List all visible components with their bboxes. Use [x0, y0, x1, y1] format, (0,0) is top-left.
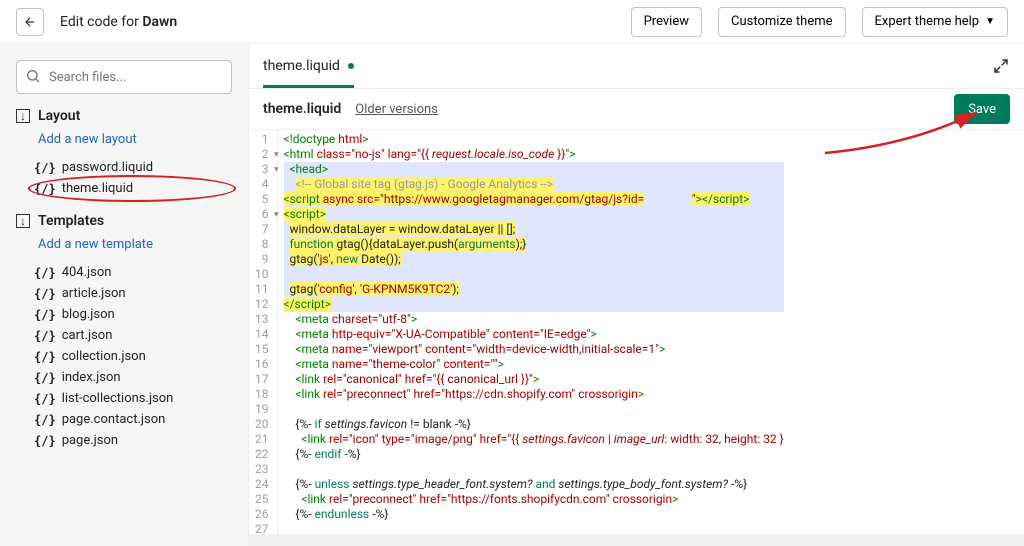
layout-section: ↓ Layout Add a new layout {/} password.li…: [16, 108, 232, 199]
file-name: 404.json: [62, 265, 112, 280]
code-line[interactable]: gtag('js', new Date());: [284, 252, 784, 267]
code-line[interactable]: <meta name="theme-color" content="">: [284, 357, 784, 372]
page-title: Edit code for Dawn: [60, 14, 177, 30]
code-line[interactable]: <meta http-equiv="X-UA-Compatible" conte…: [284, 327, 784, 342]
file-icon: {/}: [34, 287, 56, 301]
file-item[interactable]: {/} list-collections.json: [16, 388, 232, 409]
file-header: theme.liquid Older versions Save: [249, 88, 1024, 130]
file-item[interactable]: {/} 404.json: [16, 262, 232, 283]
file-icon: {/}: [34, 413, 56, 427]
file-item[interactable]: {/} cart.json: [16, 325, 232, 346]
file-item[interactable]: {/} theme.liquid: [16, 178, 232, 199]
code-line[interactable]: [284, 462, 784, 477]
file-item[interactable]: {/} password.liquid: [16, 157, 232, 178]
file-name: collection.json: [62, 349, 146, 364]
code-line[interactable]: <script>: [284, 207, 784, 222]
code-line[interactable]: {%- endunless -%}: [284, 507, 784, 522]
horizontal-scrollbar[interactable]: [249, 534, 1024, 546]
file-name: page.json: [62, 433, 118, 448]
chevron-down-icon: ▼: [985, 16, 995, 27]
fullscreen-icon: [992, 57, 1010, 75]
code-line[interactable]: <meta charset="utf-8">: [284, 312, 784, 327]
code-line[interactable]: <link rel="icon" type="image/png" href="…: [284, 432, 784, 447]
editor: theme.liquid theme.liquid Older versions…: [248, 44, 1024, 546]
code-line[interactable]: <html class="no-js" lang="{{ request.loc…: [284, 147, 784, 162]
collapse-icon: ↓: [16, 214, 30, 228]
code-line[interactable]: <link rel="canonical" href="{{ canonical…: [284, 372, 784, 387]
code-line[interactable]: <meta name="viewport" content="width=dev…: [284, 342, 784, 357]
file-name: index.json: [62, 370, 121, 385]
file-item[interactable]: {/} page.contact.json: [16, 409, 232, 430]
file-icon: {/}: [34, 161, 56, 175]
code-editor[interactable]: 1234567891011121314151617181920212223242…: [249, 130, 1024, 534]
tab-bar: theme.liquid: [249, 44, 1024, 88]
file-name: theme.liquid: [62, 181, 133, 196]
code-line[interactable]: [284, 402, 784, 417]
file-icon: {/}: [34, 329, 56, 343]
file-item[interactable]: {/} collection.json: [16, 346, 232, 367]
file-name: article.json: [62, 286, 126, 301]
code-line[interactable]: {%- if settings.favicon != blank -%}: [284, 417, 784, 432]
top-header: Edit code for Dawn Preview Customize the…: [0, 0, 1024, 44]
code-line[interactable]: window.dataLayer = window.dataLayer || […: [284, 222, 784, 237]
file-icon: {/}: [34, 182, 56, 196]
file-name-label: theme.liquid: [263, 101, 341, 117]
code-line[interactable]: {%- endif -%}: [284, 447, 784, 462]
code-line[interactable]: </script>: [284, 297, 784, 312]
code-line[interactable]: [284, 522, 784, 534]
file-item[interactable]: {/} article.json: [16, 283, 232, 304]
code-content[interactable]: <!doctype html><html class="no-js" lang=…: [278, 130, 784, 534]
search-icon: [25, 68, 41, 88]
file-icon: {/}: [34, 266, 56, 280]
code-line[interactable]: <!doctype html>: [284, 132, 784, 147]
collapse-icon: ↓: [16, 109, 30, 123]
file-name: list-collections.json: [62, 391, 174, 406]
arrow-left-icon: [23, 15, 37, 29]
file-name: blog.json: [62, 307, 115, 322]
code-line[interactable]: function gtag(){dataLayer.push(arguments…: [284, 237, 784, 252]
layout-section-toggle[interactable]: ↓ Layout: [16, 108, 232, 124]
older-versions-link[interactable]: Older versions: [355, 102, 438, 117]
add-template-link[interactable]: Add a new template: [16, 235, 232, 256]
templates-section: ↓ Templates Add a new template {/} 404.js…: [16, 213, 232, 451]
file-item[interactable]: {/} index.json: [16, 367, 232, 388]
code-line[interactable]: gtag('config', 'G-KPNM5K9TC2');: [284, 282, 784, 297]
search-input[interactable]: [16, 60, 232, 94]
templates-section-toggle[interactable]: ↓ Templates: [16, 213, 232, 229]
preview-button[interactable]: Preview: [631, 7, 702, 37]
file-item[interactable]: {/} page.json: [16, 430, 232, 451]
code-line[interactable]: <link rel="preconnect" href="https://fon…: [284, 492, 784, 507]
file-icon: {/}: [34, 350, 56, 364]
file-name: page.contact.json: [62, 412, 166, 427]
file-icon: {/}: [34, 392, 56, 406]
file-name: password.liquid: [62, 160, 153, 175]
fullscreen-button[interactable]: [992, 57, 1010, 75]
line-gutter: 1234567891011121314151617181920212223242…: [249, 130, 278, 534]
tab-theme-liquid[interactable]: theme.liquid: [263, 44, 354, 88]
expert-help-button[interactable]: Expert theme help▼: [862, 7, 1008, 37]
code-line[interactable]: {%- unless settings.type_header_font.sys…: [284, 477, 784, 492]
sidebar: ↓ Layout Add a new layout {/} password.li…: [0, 44, 248, 546]
file-name: cart.json: [62, 328, 113, 343]
file-icon: {/}: [34, 308, 56, 322]
code-line[interactable]: <!-- Global site tag (gtag.js) - Google …: [284, 177, 784, 192]
unsaved-dot-icon: [348, 63, 354, 69]
code-line[interactable]: [284, 267, 784, 282]
save-button[interactable]: Save: [954, 94, 1010, 124]
back-button[interactable]: [16, 8, 44, 36]
code-line[interactable]: <link rel="preconnect" href="https://cdn…: [284, 387, 784, 402]
add-layout-link[interactable]: Add a new layout: [16, 130, 232, 151]
code-line[interactable]: <script async src="https://www.googletag…: [284, 192, 784, 207]
file-icon: {/}: [34, 371, 56, 385]
customize-theme-button[interactable]: Customize theme: [718, 7, 846, 37]
file-icon: {/}: [34, 434, 56, 448]
code-line[interactable]: <head>: [284, 162, 784, 177]
file-item[interactable]: {/} blog.json: [16, 304, 232, 325]
main-area: ↓ Layout Add a new layout {/} password.li…: [0, 44, 1024, 546]
